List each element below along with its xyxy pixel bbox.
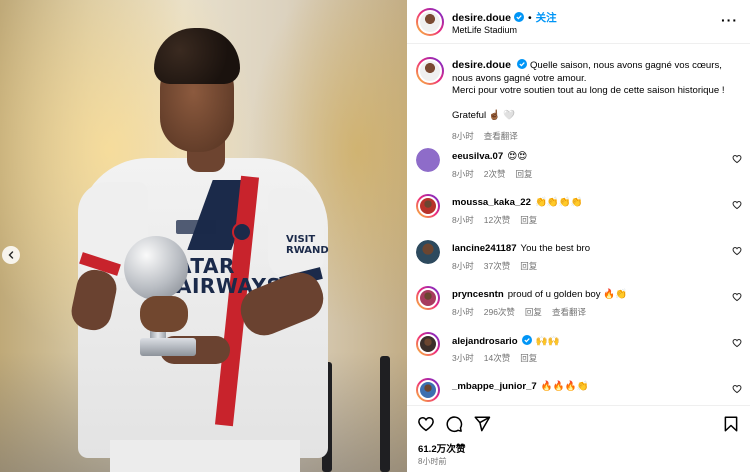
comment-like-icon[interactable] — [732, 246, 742, 256]
comment-likes[interactable]: 2次赞 — [484, 169, 506, 179]
comment-body: 🔥🔥🔥👏 — [540, 381, 589, 392]
trophy-base — [140, 338, 196, 356]
post-location[interactable]: MetLife Stadium — [452, 25, 517, 35]
comment-likes[interactable]: 14次赞 — [484, 353, 510, 363]
comment-text: alejandrosario 🙌🙌 — [452, 335, 722, 348]
comment-text: eeusilva.07 😍😍 — [452, 151, 722, 163]
comments-scroll-area[interactable]: desire.doue Quelle saison, nous avons gag… — [407, 45, 750, 405]
author-avatar[interactable] — [416, 8, 444, 36]
comment-body: 🙌🙌 — [535, 336, 560, 347]
commenter-username[interactable]: alejandrosario — [452, 336, 518, 347]
comment-time: 8小时 — [452, 215, 474, 225]
commenter-username[interactable]: pryncesntn — [452, 289, 504, 300]
comment-like-icon[interactable] — [732, 154, 742, 164]
jersey-badge — [176, 220, 216, 234]
comment-time: 3小时 — [452, 353, 474, 363]
comment-item: lancine241187 You the best bro 8小时 37次赞 回复 — [416, 240, 750, 280]
reply-button[interactable]: 回复 — [520, 353, 537, 363]
comment-text: _mbappe_junior_7 🔥🔥🔥👏 — [452, 381, 722, 393]
comment-body: 😍😍 — [507, 151, 528, 162]
commenter-username[interactable]: lancine241187 — [452, 243, 517, 254]
caption-body: Grateful ☝🏾 🤍 — [452, 109, 516, 121]
caption-username[interactable]: desire.doue — [452, 59, 511, 71]
caption-text: desire.doue Quelle saison, nous avons gag… — [452, 59, 744, 143]
comment-text: lancine241187 You the best bro — [452, 243, 722, 255]
carousel-prev-button[interactable] — [2, 246, 20, 264]
sleeve-sponsor: VISIT RWAND — [286, 234, 329, 256]
comment-item: pryncesntn proud of u golden boy 🔥👏 8小时 296… — [416, 286, 750, 326]
sleeve-sponsor-line: VISIT — [286, 234, 316, 245]
comment-meta: 3小时 14次赞 回复 — [452, 352, 547, 364]
comment-meta: 8小时 37次赞 回复 — [452, 260, 547, 272]
comment-time: 8小时 — [452, 307, 474, 317]
post-timestamp: 8小时前 — [418, 457, 447, 466]
post-photo[interactable]: ATAR AIRWAYS VISIT RWAND — [0, 0, 407, 472]
commenter-username[interactable]: moussa_kaka_22 — [452, 197, 531, 208]
like-icon[interactable] — [417, 415, 435, 433]
comment-item: moussa_kaka_22 👏👏👏👏 8小时 12次赞 回复 — [416, 194, 750, 234]
author-avatar[interactable] — [416, 57, 444, 85]
verified-icon — [513, 12, 524, 22]
reply-button[interactable]: 回复 — [520, 261, 537, 271]
author-line: desire.doue • 关注 — [452, 10, 557, 25]
comment-body: proud of u golden boy 🔥👏 — [507, 289, 628, 300]
likes-count[interactable]: 61.2万次赞 — [418, 441, 465, 455]
comment-icon[interactable] — [445, 415, 463, 433]
more-options-button[interactable]: ··· — [721, 12, 738, 28]
comment-item: eeusilva.07 😍😍 8小时 2次赞 回复 — [416, 148, 750, 188]
reply-button[interactable]: 回复 — [515, 169, 532, 179]
comment-meta: 8小时 296次赞 回复 查看翻译 — [452, 306, 596, 318]
share-icon[interactable] — [473, 415, 491, 433]
commenter-avatar[interactable] — [416, 378, 440, 402]
commenter-username[interactable]: eeusilva.07 — [452, 151, 503, 162]
follow-button[interactable]: 关注 — [536, 12, 557, 24]
player-shorts — [110, 440, 300, 472]
comment-likes[interactable]: 12次赞 — [484, 215, 510, 225]
caption-body: Merci pour votre soutien tout au long de… — [452, 85, 725, 96]
author-username[interactable]: desire.doue — [452, 12, 511, 24]
verified-icon — [521, 335, 532, 345]
trophy-ball — [124, 236, 188, 300]
commenter-avatar[interactable] — [416, 194, 440, 218]
sleeve-sponsor-line: RWAND — [286, 245, 329, 256]
comment-time: 8小时 — [452, 261, 474, 271]
chevron-left-icon — [8, 251, 14, 259]
separator-dot: • — [527, 12, 532, 24]
caption-time: 8小时 — [452, 131, 474, 141]
stadium-post — [380, 356, 390, 472]
reply-button[interactable]: 回复 — [520, 215, 537, 225]
commenter-username[interactable]: _mbappe_junior_7 — [452, 381, 537, 392]
comment-like-icon[interactable] — [732, 384, 742, 394]
comment-time: 8小时 — [452, 169, 474, 179]
comment-like-icon[interactable] — [732, 292, 742, 302]
comment-meta: 8小时 12次赞 回复 — [452, 214, 547, 226]
commenter-avatar[interactable] — [416, 332, 440, 356]
comment-likes[interactable]: 296次赞 — [484, 307, 515, 317]
commenter-avatar[interactable] — [416, 148, 440, 172]
comment-item: alejandrosario 🙌🙌 3小时 14次赞 回复 — [416, 332, 750, 372]
action-bar — [407, 405, 750, 441]
comment-text: pryncesntn proud of u golden boy 🔥👏 — [452, 289, 722, 301]
comment-likes[interactable]: 37次赞 — [484, 261, 510, 271]
jersey-sponsor-line: ATAR — [176, 254, 235, 278]
bookmark-icon[interactable] — [722, 415, 740, 433]
commenter-avatar[interactable] — [416, 286, 440, 310]
comment-body: You the best bro — [520, 243, 591, 254]
player-hand — [140, 296, 188, 332]
comment-body: 👏👏👏👏 — [534, 197, 583, 208]
commenter-avatar[interactable] — [416, 240, 440, 264]
see-translation-button[interactable]: 查看翻译 — [484, 131, 518, 141]
post-sidebar: desire.doue • 关注 MetLife Stadium ··· desir… — [407, 0, 750, 472]
comment-meta: 8小时 2次赞 回复 — [452, 168, 542, 180]
see-translation-button[interactable]: 查看翻译 — [552, 307, 586, 317]
comment-like-icon[interactable] — [732, 200, 742, 210]
verified-icon — [516, 59, 527, 69]
comment-item: _mbappe_junior_7 🔥🔥🔥👏 — [416, 378, 750, 405]
post-header: desire.doue • 关注 MetLife Stadium ··· — [407, 0, 750, 44]
comment-text: moussa_kaka_22 👏👏👏👏 — [452, 197, 722, 209]
club-crest — [232, 222, 252, 242]
comment-like-icon[interactable] — [732, 338, 742, 348]
reply-button[interactable]: 回复 — [525, 307, 542, 317]
caption-meta: 8小时 查看翻译 — [452, 130, 744, 143]
